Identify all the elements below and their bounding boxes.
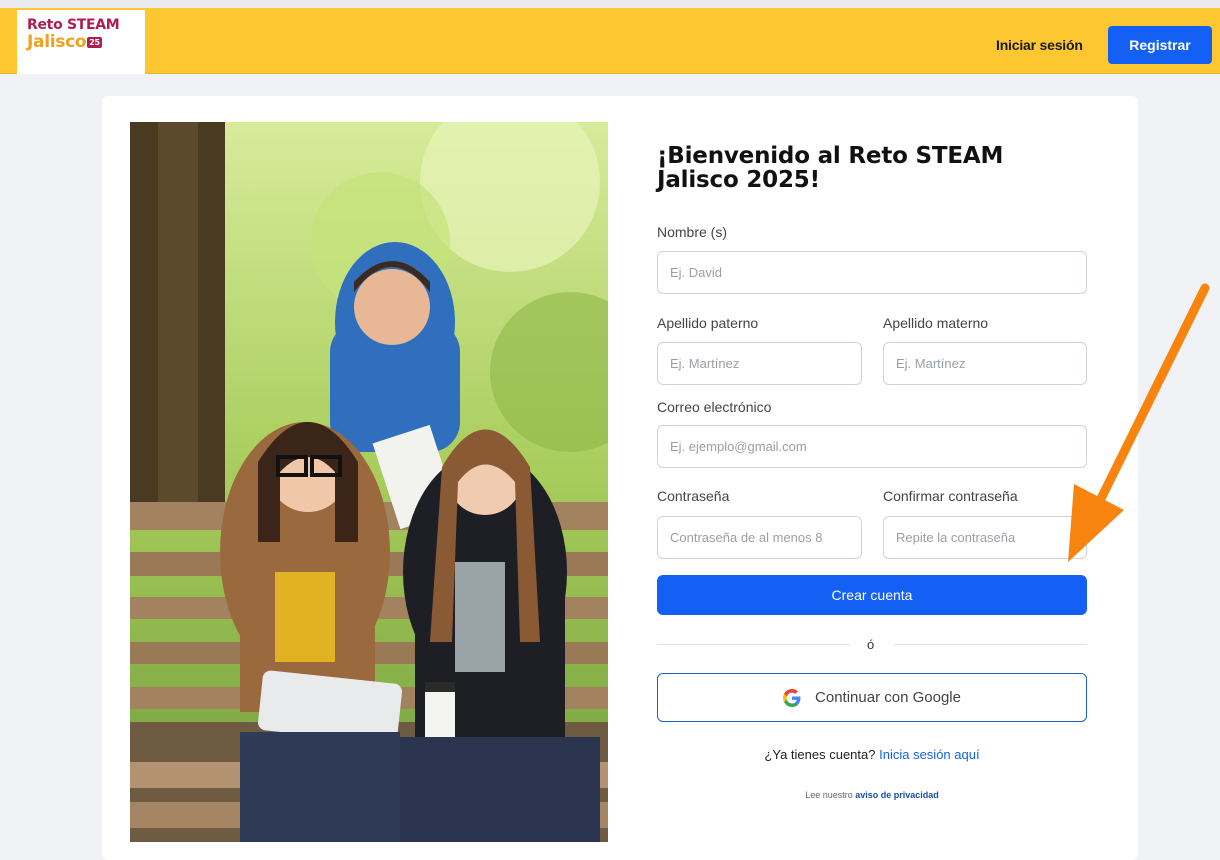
create-account-button[interactable]: Crear cuenta [657,575,1087,615]
register-button[interactable]: Registrar [1108,26,1212,64]
have-account-line: ¿Ya tienes cuenta? Inicia sesión aquí [657,747,1087,762]
privacy-line: Lee nuestro aviso de privacidad [657,790,1087,800]
site-logo[interactable]: Reto STEAM Jalisco 25 [17,10,145,74]
confirmar-label: Confirmar contraseña [883,488,1018,504]
privacy-prefix: Lee nuestro [805,790,853,800]
login-here-link[interactable]: Inicia sesión aquí [879,747,979,762]
correo-label: Correo electrónico [657,399,772,415]
privacy-notice-link[interactable]: aviso de privacidad [855,790,939,800]
signup-card: ¡Bienvenido al Reto STEAM Jalisco 2025! … [102,96,1138,860]
google-button-label: Continuar con Google [815,689,961,706]
browser-top-strip [0,0,1220,8]
google-signin-button[interactable]: Continuar con Google [657,673,1087,722]
or-separator: ó [867,637,875,652]
apellido-materno-label: Apellido materno [883,315,989,331]
students-photo [130,122,608,842]
login-link[interactable]: Iniciar sesión [996,37,1083,53]
annotation-arrow-icon [1068,283,1210,562]
logo-year-badge: 25 [87,37,102,48]
divider-left [657,644,850,645]
apellido-paterno-input[interactable] [657,342,862,385]
logo-text-jalisco-word: Jalisco [27,32,87,52]
logo-text-jalisco: Jalisco 25 [27,33,145,52]
nombre-label: Nombre (s) [657,224,728,240]
apellido-paterno-label: Apellido paterno [657,315,759,331]
have-account-text: ¿Ya tienes cuenta? [764,747,876,762]
students-photo-illustration [130,122,608,842]
page-title: ¡Bienvenido al Reto STEAM Jalisco 2025! [657,143,1004,193]
divider-right [894,644,1087,645]
google-g-icon [783,688,801,707]
contrasena-label: Contraseña [657,488,730,504]
site-header: Reto STEAM Jalisco 25 Iniciar sesión Reg… [0,8,1220,74]
password-input[interactable] [657,516,862,559]
email-input[interactable] [657,425,1087,468]
logo-text-reto-steam: Reto STEAM [27,17,120,33]
nombre-input[interactable] [657,251,1087,294]
